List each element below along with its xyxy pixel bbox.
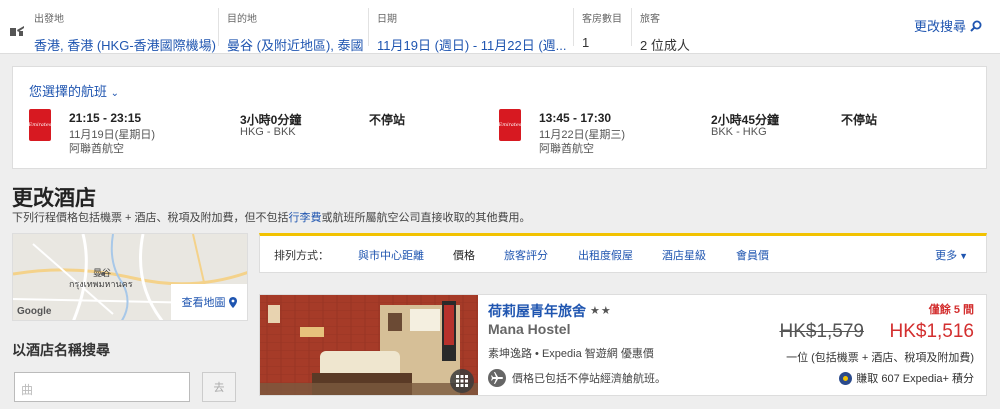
dates-value[interactable]: 11月19日 (週日) - 11月22日 (週... [377,35,567,54]
sort-option-distance[interactable]: 與市中心距離 [358,247,424,263]
divider [573,8,574,46]
chevron-down-icon: ▼ [959,251,968,261]
emirates-logo-icon: Emirates [29,109,51,141]
current-price: HK$1,516 [889,321,974,342]
travelers-value: 2 位成人 [640,38,690,53]
sort-option-star-rating[interactable]: 酒店星級 [662,247,706,263]
return-times: 13:45 - 17:30 [539,111,612,125]
view-map-button[interactable]: 查看地圖 [171,284,247,320]
outbound-times: 21:15 - 23:15 [69,111,142,125]
go-label[interactable]: 去 [214,379,225,395]
sort-option-price[interactable]: 價格 [453,247,475,263]
expedia-points-text: 賺取 607 Expedia+ 積分 [856,373,974,385]
destination-value[interactable]: 曼谷 (及附近地區), 泰國 [227,35,364,54]
rooms-value: 1 [582,35,590,50]
destination-field[interactable]: 目的地 曼谷 (及附近地區), 泰國 [227,10,364,54]
return-airline: 阿聯酋航空 [539,143,594,155]
hotel-name-input[interactable]: 曲 [14,372,190,402]
hotel-star-rating: ★★ [590,305,612,317]
search-summary-bar: 出發地 香港, 香港 (HKG-香港國際機場) 目的地 曼谷 (及附近地區), … [0,0,1000,54]
baggage-fees-link[interactable]: 行李費 [289,212,322,224]
selected-flights-card: 您選擇的航班 ⌄ Emirates 21:15 - 23:15 11月19日(星… [12,66,987,169]
return-stops: 不停站 [841,113,878,127]
flight-included-text: 價格已包括不停站經濟艙航班。 [512,373,666,385]
selected-flights-title[interactable]: 您選擇的航班 [29,84,107,99]
package-icon [10,26,24,36]
divider [218,8,219,46]
origin-label: 出發地 [34,14,64,25]
photo-gallery-button[interactable] [450,369,474,393]
hotel-name-go-button[interactable]: 去 [202,372,236,402]
divider [631,8,632,46]
rooms-label: 客房數目 [582,14,622,25]
hotel-photo[interactable] [260,295,478,395]
sort-more-button[interactable]: 更多 ▼ [935,247,968,263]
emirates-logo-icon: Emirates [499,109,521,141]
search-icon [970,20,982,32]
map-label-bangkok-thai: กรุงเทพมหานคร [69,279,133,289]
origin-value[interactable]: 香港, 香港 (HKG-香港國際機場) [34,35,216,54]
hotel-name-input-placeholder: 曲 [21,383,34,397]
hotel-photo-art [260,295,478,395]
outbound-route: HKG - BKK [240,126,296,138]
modify-search-label[interactable]: 更改搜尋 [914,16,966,35]
pricing-note-text-end: 或航班所屬航空公司直接收取的其他費用。 [321,212,531,224]
view-map-label[interactable]: 查看地圖 [182,294,226,310]
hotel-name-english: Mana Hostel [488,321,571,337]
hotel-name-link[interactable]: 荷莉屋青年旅舍 [488,301,586,321]
hotel-name-search-title: 以酒店名稱搜尋 [12,342,110,358]
price-per-person-note: 一位 (包括機票 + 酒店、稅項及附加費) [786,352,974,364]
rooms-left-badge: 僅餘 5 間 [928,304,974,316]
google-logo: Google [17,306,52,317]
hotel-result-card[interactable]: 荷莉屋青年旅舍 ★★ Mana Hostel 素坤逸路 • Expedia 智遊… [259,294,987,396]
page-title: 更改酒店 [12,187,96,210]
travelers-label: 旅客 [640,14,660,25]
flight-included-note: 價格已包括不停站經濟艙航班。 [488,369,666,387]
grid-icon [456,375,468,387]
hotel-area: 素坤逸路 • Expedia 智遊網 優惠價 [488,348,654,360]
airplane-icon [488,369,506,387]
outbound-stops: 不停站 [369,113,406,127]
travelers-field[interactable]: 旅客 2 位成人 [640,10,690,54]
expedia-points: 賺取 607 Expedia+ 積分 [839,370,974,386]
modify-search-button[interactable]: 更改搜尋 [914,16,982,35]
original-price: HK$1,579 [779,321,864,342]
pricing-note: 下列行程價格包括機票 + 酒店、稅項及附加費，但不包括行李費或航班所屬航空公司直… [12,209,531,225]
selected-flights-toggle[interactable]: 您選擇的航班 ⌄ [29,81,119,100]
outbound-airline: 阿聯酋航空 [69,143,124,155]
sort-option-member-price[interactable]: 會員價 [736,247,769,263]
sort-bar: 排列方式： 與市中心距離 價格 旅客評分 出租度假屋 酒店星級 會員價 更多 ▼ [259,233,987,273]
expedia-plus-icon [839,371,853,385]
rooms-field[interactable]: 客房數目 1 [582,10,622,50]
pricing-note-text: 下列行程價格包括機票 + 酒店、稅項及附加費，但不包括 [12,212,289,224]
map-thumbnail[interactable]: 曼谷 กรุงเทพมหานคร Google 查看地圖 [12,233,248,321]
divider [368,8,369,46]
dates-field[interactable]: 日期 11月19日 (週日) - 11月22日 (週... [377,10,567,54]
origin-field[interactable]: 出發地 香港, 香港 (HKG-香港國際機場) [34,10,216,54]
destination-label: 目的地 [227,14,257,25]
return-route: BKK - HKG [711,126,767,138]
sort-more-label[interactable]: 更多 [935,250,957,262]
map-pin-icon [228,296,237,308]
sort-label: 排列方式： [274,250,329,262]
dates-label: 日期 [377,14,397,25]
sort-option-vacation-rentals[interactable]: 出租度假屋 [578,247,633,263]
chevron-down-icon: ⌄ [110,88,120,99]
sort-option-rating[interactable]: 旅客評分 [504,247,548,263]
